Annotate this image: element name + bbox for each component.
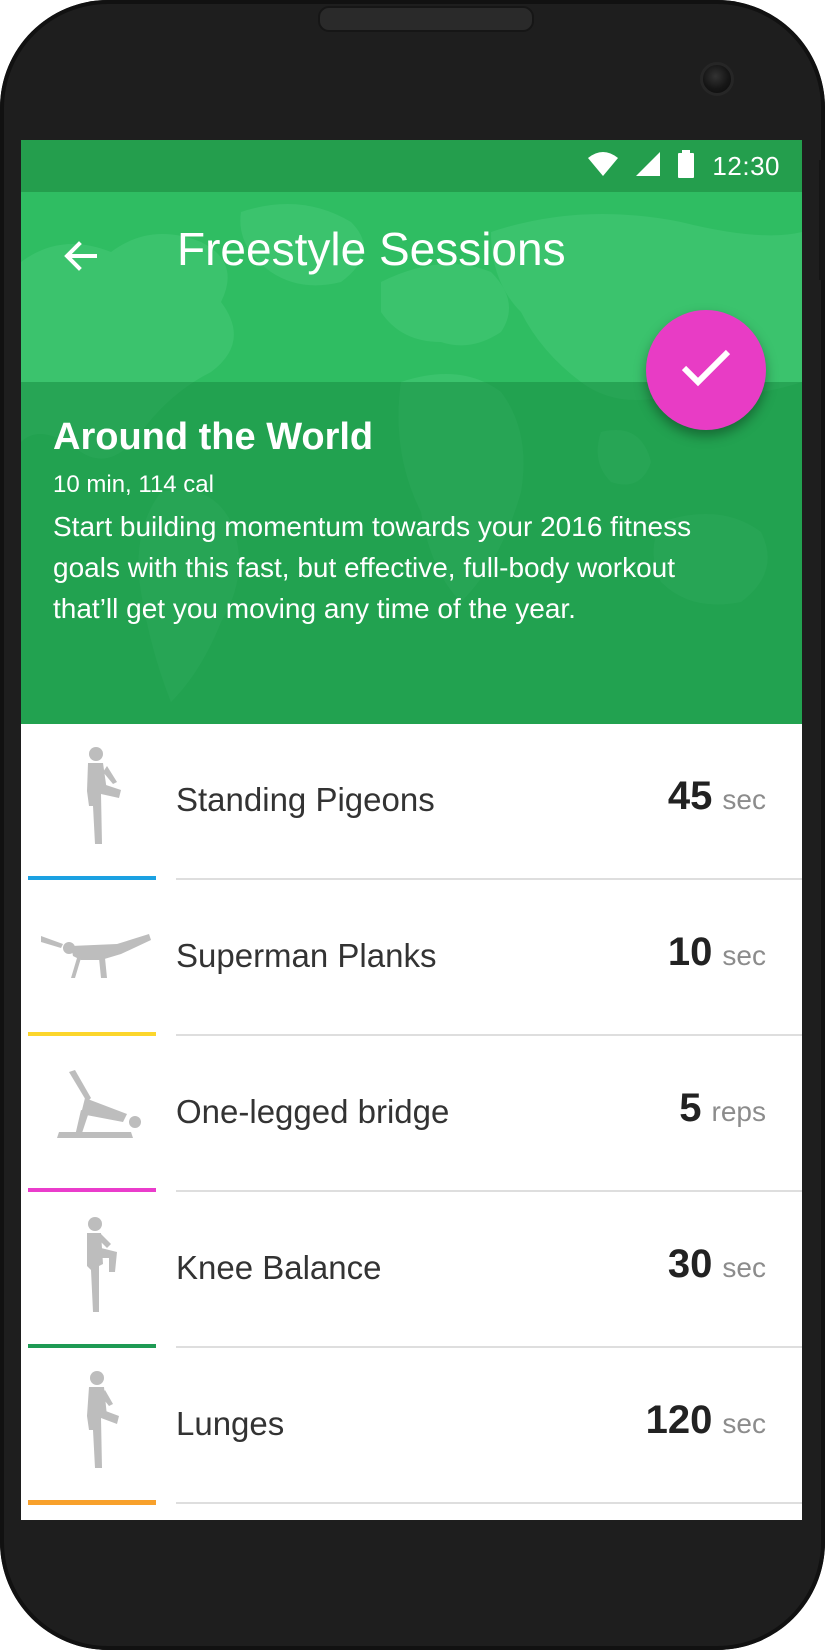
exercise-name: Knee Balance bbox=[176, 1249, 382, 1286]
speaker-grille bbox=[318, 6, 534, 32]
arrow-left-icon bbox=[61, 236, 101, 281]
exercise-name: Lunges bbox=[176, 1405, 285, 1442]
exercise-row[interactable]: Superman Planks 10 sec bbox=[21, 880, 802, 1037]
battery-icon bbox=[678, 149, 695, 183]
exercise-amount: 30 sec bbox=[668, 1242, 766, 1287]
exercise-value: 45 bbox=[667, 774, 713, 818]
lunge-figure-icon bbox=[41, 1370, 151, 1480]
exercise-list: Standing Pigeons 45 sec Superman Planks … bbox=[21, 724, 802, 1505]
status-bar: 12:30 bbox=[21, 140, 802, 192]
workout-meta: 10 min, 114 cal bbox=[53, 471, 214, 498]
exercise-color-bar bbox=[28, 1500, 156, 1505]
checkmark-icon bbox=[680, 348, 732, 393]
knee-balance-figure-icon bbox=[41, 1214, 151, 1324]
phone-device: 12:30 Freestyle Sessions Around the Worl… bbox=[0, 0, 825, 1650]
exercise-unit: reps bbox=[711, 1096, 766, 1127]
exercise-amount: 45 sec bbox=[668, 774, 766, 819]
wifi-icon bbox=[588, 151, 619, 181]
exercise-name: One-legged bridge bbox=[176, 1093, 450, 1130]
exercise-unit: sec bbox=[722, 784, 766, 815]
exercise-unit: sec bbox=[722, 1408, 766, 1439]
exercise-row[interactable]: Lunges 120 sec bbox=[21, 1348, 802, 1505]
exercise-name: Superman Planks bbox=[176, 937, 437, 974]
exercise-name: Standing Pigeons bbox=[176, 781, 435, 818]
plank-figure-icon bbox=[41, 902, 151, 1012]
exercise-value: 30 bbox=[667, 1242, 713, 1286]
front-camera bbox=[700, 62, 734, 96]
exercise-value: 5 bbox=[679, 1086, 702, 1130]
app-screen: 12:30 Freestyle Sessions Around the Worl… bbox=[21, 140, 802, 1520]
workout-header: Freestyle Sessions Around the World 10 m… bbox=[21, 192, 802, 724]
toolbar: Freestyle Sessions bbox=[21, 192, 802, 324]
exercise-unit: sec bbox=[722, 1252, 766, 1283]
exercise-row[interactable]: One-legged bridge 5 reps bbox=[21, 1036, 802, 1193]
status-time: 12:30 bbox=[712, 150, 780, 181]
workout-title: Around the World bbox=[53, 416, 374, 458]
exercise-value: 10 bbox=[667, 930, 713, 974]
standing-figure-icon bbox=[41, 746, 151, 856]
toolbar-title: Freestyle Sessions bbox=[177, 223, 566, 275]
exercise-row[interactable]: Standing Pigeons 45 sec bbox=[21, 724, 802, 881]
complete-fab-button[interactable] bbox=[646, 310, 766, 430]
row-divider bbox=[176, 1502, 802, 1504]
exercise-amount: 5 reps bbox=[679, 1086, 766, 1131]
workout-description: Start building momentum towards your 201… bbox=[53, 511, 692, 624]
exercise-unit: sec bbox=[722, 940, 766, 971]
exercise-amount: 10 sec bbox=[668, 930, 766, 975]
exercise-row[interactable]: Knee Balance 30 sec bbox=[21, 1192, 802, 1349]
exercise-value: 120 bbox=[645, 1398, 713, 1442]
cell-signal-icon bbox=[636, 151, 661, 181]
exercise-amount: 120 sec bbox=[646, 1398, 766, 1443]
power-button bbox=[819, 160, 825, 280]
bridge-figure-icon bbox=[41, 1058, 151, 1168]
back-button[interactable] bbox=[51, 228, 111, 288]
